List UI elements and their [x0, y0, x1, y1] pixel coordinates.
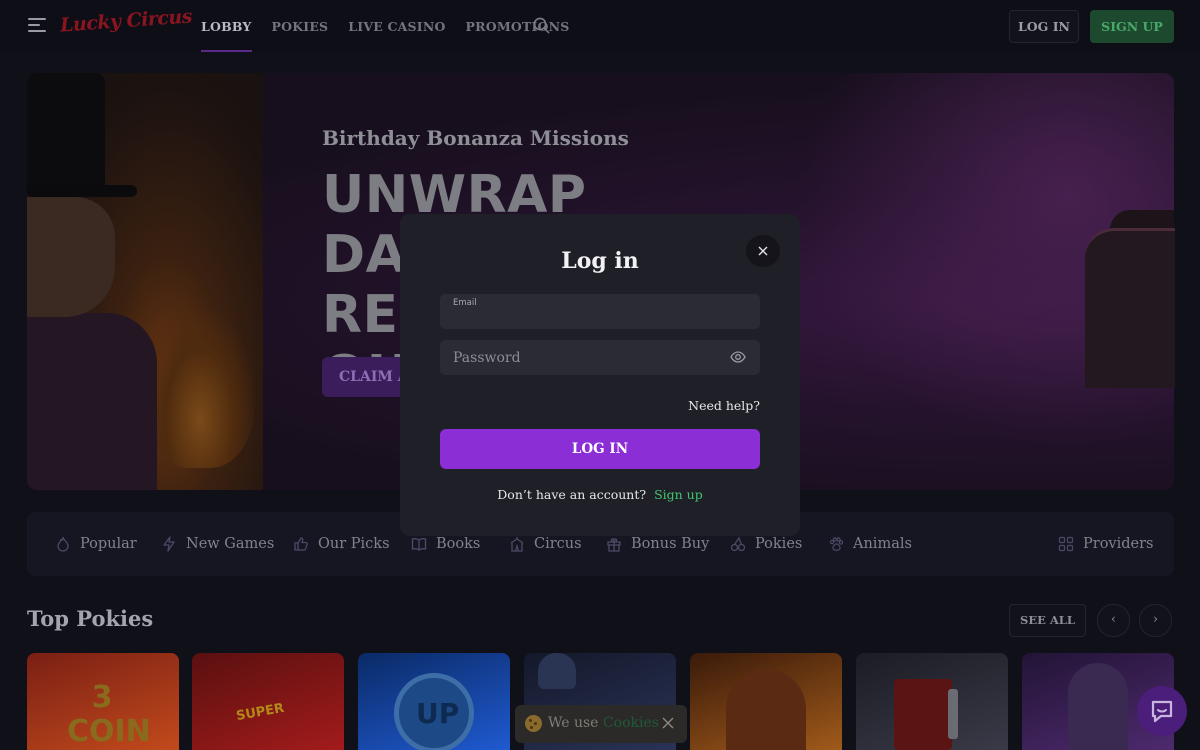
signup-prompt: Don’t have an account? Sign up: [400, 487, 800, 502]
fire-glow: [145, 308, 255, 468]
game-tile[interactable]: [856, 653, 1008, 750]
main-nav: LOBBY POKIES LIVE CASINO PROMOTIONS: [201, 0, 569, 52]
game-tile[interactable]: UP: [358, 653, 510, 750]
search-icon[interactable]: [533, 17, 550, 34]
game-tile-title: 3 COIN: [67, 680, 151, 749]
no-account-text: Don’t have an account?: [497, 487, 647, 502]
banner-subtitle: Birthday Bonanza Missions: [322, 126, 629, 150]
category-label: Popular: [80, 536, 137, 552]
login-submit-button[interactable]: LOG IN: [440, 429, 760, 469]
modal-close-button[interactable]: [746, 235, 780, 267]
category-label: Pokies: [755, 536, 803, 552]
paw-icon: [829, 537, 844, 551]
magician-hat: [27, 73, 105, 193]
email-input[interactable]: [452, 309, 742, 325]
login-modal-title: Log in: [561, 248, 639, 274]
cherry-icon: [730, 536, 746, 552]
category-label: Providers: [1083, 536, 1154, 552]
close-icon: [758, 246, 768, 256]
carousel-next-button[interactable]: ›: [1139, 604, 1172, 637]
category-our-picks[interactable]: Our Picks: [293, 512, 390, 576]
grid-icon: [1058, 536, 1074, 552]
category-label: New Games: [186, 536, 275, 552]
carousel-prev-button[interactable]: ‹: [1097, 604, 1130, 637]
category-label: Our Picks: [318, 536, 390, 552]
category-label: Bonus Buy: [631, 536, 710, 552]
nav-live-casino[interactable]: LIVE CASINO: [348, 0, 445, 52]
category-new-games[interactable]: New Games: [161, 512, 274, 576]
safe-handle: [948, 689, 958, 739]
game-tile[interactable]: SUPER: [192, 653, 344, 750]
email-field-label: Email: [453, 298, 477, 308]
cookie-icon: [525, 715, 542, 732]
bull-graphic: [726, 669, 806, 750]
game-tile-title: SUPER: [235, 700, 286, 725]
password-input[interactable]: [453, 347, 713, 368]
gift-icon: [607, 538, 621, 552]
top-header: Lucky Circus LOBBY POKIES LIVE CASINO PR…: [0, 0, 1200, 52]
lightning-icon: [163, 536, 175, 552]
cookies-link[interactable]: Cookies: [603, 715, 659, 731]
game-tile[interactable]: 3 COIN: [27, 653, 179, 750]
flame-icon: [57, 536, 69, 552]
game-tile[interactable]: [690, 653, 842, 750]
show-password-eye-icon[interactable]: [730, 349, 746, 365]
live-chat-button[interactable]: [1137, 686, 1187, 736]
magician-hat-brim: [27, 185, 137, 197]
magician-face: [27, 197, 115, 317]
character-graphic: [538, 653, 576, 689]
password-field[interactable]: [440, 340, 760, 375]
book-icon: [411, 538, 427, 551]
signup-link[interactable]: Sign up: [654, 487, 703, 502]
hamburger-menu-icon[interactable]: [28, 18, 46, 32]
cookie-notice: We use Cookies: [515, 705, 687, 743]
category-label: Books: [436, 536, 481, 552]
nav-promotions[interactable]: PROMOTIONS: [466, 0, 570, 52]
category-popular[interactable]: Popular: [55, 512, 137, 576]
see-all-button[interactable]: SEE ALL: [1009, 604, 1086, 637]
safe-graphic: [894, 679, 952, 750]
nav-lobby[interactable]: LOBBY: [201, 0, 252, 52]
category-animals[interactable]: Animals: [828, 512, 912, 576]
nav-pokies[interactable]: POKIES: [272, 0, 329, 52]
category-label: Circus: [534, 536, 582, 552]
top-pokies-title: Top Pokies: [27, 606, 154, 631]
fortune-teller-graphic: [1068, 663, 1128, 750]
category-label: Animals: [853, 536, 912, 552]
cookie-text: We use Cookies: [548, 715, 659, 731]
game-tile-title: UP: [416, 697, 460, 730]
cookie-message: We use: [548, 715, 599, 731]
header-login-button[interactable]: LOG IN: [1009, 10, 1079, 43]
banner-magician-image: [27, 73, 263, 490]
tent-icon: [510, 537, 524, 552]
site-logo[interactable]: Lucky Circus: [59, 5, 192, 36]
thumbs-up-icon: [294, 537, 308, 551]
header-signup-button[interactable]: SIGN UP: [1090, 10, 1174, 43]
birthday-cake-image: [1085, 228, 1175, 388]
close-icon[interactable]: [661, 716, 675, 730]
category-providers[interactable]: Providers: [1058, 512, 1153, 576]
chat-bubble-icon: [1151, 700, 1173, 723]
need-help-link[interactable]: Need help?: [680, 398, 760, 413]
magician-coat: [27, 313, 157, 490]
email-field[interactable]: Email: [440, 294, 760, 329]
